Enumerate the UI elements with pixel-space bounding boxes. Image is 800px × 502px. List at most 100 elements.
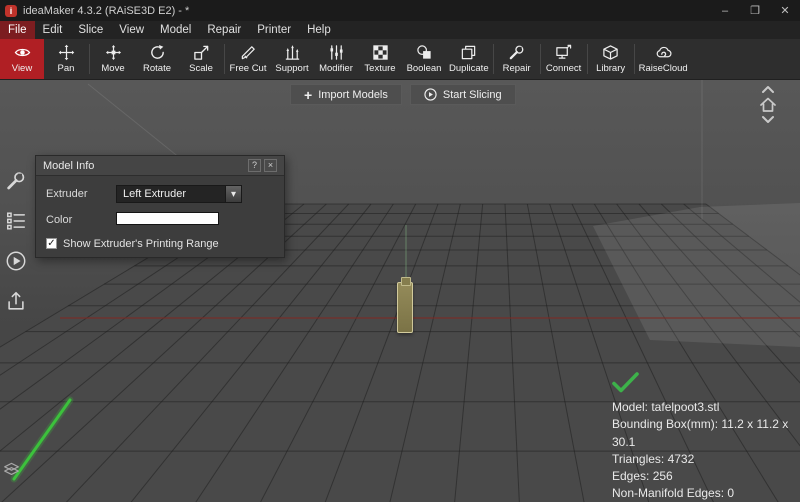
- viewport-3d[interactable]: + Import Models Start Slicing Model Info…: [0, 80, 800, 502]
- play-icon: [6, 251, 26, 271]
- stat-non-manifold: Non-Manifold Edges: 0: [612, 486, 735, 501]
- left-sidebar: [3, 168, 29, 314]
- tool-label: Connect: [545, 62, 582, 74]
- y-axis-line: [12, 398, 72, 481]
- app-window: i ideaMaker 4.3.2 (RAiSE3D E2) - * – ❐ ✕…: [0, 0, 800, 502]
- layers-icon: [4, 462, 19, 476]
- tool-label: View: [11, 62, 33, 74]
- menu-help[interactable]: Help: [299, 21, 339, 39]
- tool-label: Free Cut: [229, 62, 267, 74]
- tool-move[interactable]: Move: [91, 39, 135, 79]
- model-stats-panel: Model: tafelpoot3.stl Bounding Box(mm): …: [612, 372, 800, 502]
- stat-edges: Edges: 256: [612, 469, 673, 484]
- tool-library[interactable]: Library: [589, 39, 633, 79]
- extruder-label: Extruder: [46, 188, 88, 200]
- tool-boolean[interactable]: Boolean: [402, 39, 446, 79]
- duplicate-icon: [462, 45, 476, 59]
- settings-button[interactable]: [3, 168, 29, 194]
- menu-edit[interactable]: Edit: [35, 21, 71, 39]
- model-list-icon: [7, 212, 25, 230]
- tool-label: Duplicate: [449, 62, 489, 74]
- eye-icon: [14, 48, 30, 56]
- toolbar-separator: [539, 44, 541, 74]
- tool-repair[interactable]: Repair: [495, 39, 539, 79]
- menu-file[interactable]: File: [0, 21, 35, 39]
- preview-play-button[interactable]: [3, 248, 29, 274]
- start-slicing-button[interactable]: Start Slicing: [409, 84, 516, 105]
- home-icon[interactable]: [758, 96, 778, 113]
- model-object-tafelpoot3[interactable]: [397, 277, 413, 333]
- extruder-range-shade: [593, 203, 800, 347]
- stat-triangles: Triangles: 4732: [612, 451, 695, 466]
- toolbar-separator: [492, 44, 494, 74]
- window-title: ideaMaker 4.3.2 (RAiSE3D E2) - *: [23, 4, 190, 17]
- check-icon: [612, 372, 639, 393]
- chevron-up-icon[interactable]: [760, 84, 776, 94]
- tool-support[interactable]: Support: [270, 39, 314, 79]
- play-circle-icon: [424, 88, 437, 101]
- tool-label: Texture: [364, 62, 396, 74]
- show-range-label: Show Extruder's Printing Range: [63, 238, 219, 250]
- stat-bounding-box: Bounding Box(mm): 11.2 x 11.2 x 30.1: [612, 417, 789, 449]
- tool-duplicate[interactable]: Duplicate: [446, 39, 492, 79]
- import-models-button[interactable]: + Import Models: [290, 84, 402, 105]
- view-nav-controls: [758, 84, 778, 125]
- color-swatch[interactable]: [116, 212, 219, 225]
- tool-label: Scale: [189, 62, 213, 74]
- close-button[interactable]: ✕: [770, 0, 800, 21]
- title-bar[interactable]: i ideaMaker 4.3.2 (RAiSE3D E2) - * – ❐ ✕: [0, 0, 800, 21]
- help-button[interactable]: ?: [248, 159, 261, 172]
- free-cut-icon: [241, 45, 255, 59]
- maximize-button[interactable]: ❐: [740, 0, 770, 21]
- tool-scale[interactable]: Scale: [179, 39, 223, 79]
- tool-texture[interactable]: Texture: [358, 39, 402, 79]
- show-range-checkbox[interactable]: [46, 238, 57, 249]
- model-info-title: Model Info: [43, 159, 95, 172]
- toolbar-separator: [89, 44, 90, 74]
- model-info-titlebar[interactable]: Model Info ? ×: [36, 156, 284, 176]
- layer-view-button[interactable]: [3, 460, 20, 482]
- scale-icon: [193, 45, 208, 60]
- close-panel-button[interactable]: ×: [264, 159, 277, 172]
- tool-label: Pan: [57, 62, 75, 74]
- menu-slice[interactable]: Slice: [70, 21, 111, 39]
- rotate-icon: [150, 44, 164, 59]
- tool-free-cut[interactable]: Free Cut: [226, 39, 270, 79]
- window-controls: – ❐ ✕: [710, 0, 800, 21]
- export-button[interactable]: [3, 288, 29, 314]
- wrench-icon: [7, 172, 25, 190]
- toolbar-separator: [633, 44, 635, 74]
- menu-repair[interactable]: Repair: [199, 21, 249, 39]
- app-icon: i: [5, 4, 17, 17]
- pan-icon: [58, 44, 74, 60]
- tool-label: Support: [275, 62, 309, 74]
- tool-rotate[interactable]: Rotate: [135, 39, 179, 79]
- tool-modifier[interactable]: Modifier: [314, 39, 358, 79]
- viewport-action-bar: + Import Models Start Slicing: [290, 84, 516, 105]
- tool-label: Modifier: [319, 62, 353, 74]
- menu-model[interactable]: Model: [152, 21, 199, 39]
- repair-icon: [509, 45, 524, 59]
- menu-view[interactable]: View: [111, 21, 152, 39]
- model-info-panel: Model Info ? × Extruder Left Extruder Co…: [35, 155, 285, 258]
- raisecloud-icon: [656, 46, 672, 57]
- tool-raisecloud[interactable]: RaiseCloud: [636, 39, 691, 79]
- menubar: File Edit Slice View Model Repair Printe…: [0, 21, 800, 39]
- support-icon: [285, 44, 299, 60]
- tool-label: Library: [596, 62, 626, 74]
- tool-label: RaiseCloud: [638, 62, 688, 74]
- plus-icon: +: [304, 86, 313, 103]
- model-list-button[interactable]: [3, 208, 29, 234]
- boolean-icon: [416, 44, 431, 59]
- minimize-button[interactable]: –: [710, 0, 740, 21]
- main-toolbar: View Pan Move Rotate Scale Free Cut Supp…: [0, 39, 800, 80]
- tool-view[interactable]: View: [0, 39, 44, 79]
- extruder-dropdown[interactable]: Left Extruder: [116, 185, 242, 203]
- tool-pan[interactable]: Pan: [44, 39, 88, 79]
- chevron-down-icon[interactable]: [225, 186, 241, 202]
- chevron-down-icon[interactable]: [760, 115, 776, 125]
- tool-connect[interactable]: Connect: [542, 39, 586, 79]
- menu-printer[interactable]: Printer: [249, 21, 299, 39]
- color-label: Color: [46, 214, 73, 226]
- tool-label: Repair: [502, 62, 531, 74]
